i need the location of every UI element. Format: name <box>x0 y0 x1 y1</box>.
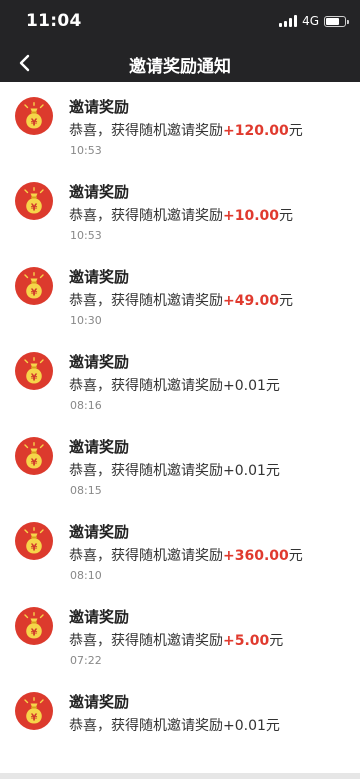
amount-unit: 元 <box>265 378 280 394</box>
notification-title: 邀请奖励 <box>69 98 130 116</box>
battery-level <box>326 17 339 25</box>
list-item[interactable]: ¥ 邀请奖励恭喜，获得随机邀请奖励+0.01元 08:15 <box>0 422 360 507</box>
notification-time: 08:10 <box>70 569 102 582</box>
message-text: 恭喜，获得随机邀请奖励 <box>69 548 223 564</box>
notification-title: 邀请奖励 <box>69 438 130 456</box>
notification-title: 邀请奖励 <box>69 608 130 626</box>
reward-amount: +360.00 <box>223 548 289 564</box>
amount-unit: 元 <box>265 463 280 479</box>
message-text: 恭喜，获得随机邀请奖励 <box>69 293 223 309</box>
battery-icon <box>324 15 349 27</box>
status-time: 11:04 <box>26 11 82 31</box>
list-item[interactable]: ¥ 邀请奖励恭喜，获得随机邀请奖励+49.00元 10:30 <box>0 252 360 337</box>
reward-amount: +5.00 <box>223 633 270 649</box>
money-bag-icon: ¥ <box>24 697 44 724</box>
notification-message: 恭喜，获得随机邀请奖励+5.00元 <box>69 630 283 650</box>
reward-amount: +0.01 <box>223 378 266 394</box>
reward-amount: +0.01 <box>223 463 266 479</box>
list-item[interactable]: ¥ 邀请奖励恭喜，获得随机邀请奖励+0.01元 <box>0 677 360 762</box>
notification-message: 恭喜，获得随机邀请奖励+10.00元 <box>69 205 293 225</box>
notification-time: 10:53 <box>70 229 102 242</box>
notification-message: 恭喜，获得随机邀请奖励+0.01元 <box>69 460 280 480</box>
amount-unit: 元 <box>288 548 303 564</box>
list-item[interactable]: ¥ 邀请奖励恭喜，获得随机邀请奖励+120.00元 10:53 <box>0 82 360 167</box>
svg-text:¥: ¥ <box>31 712 38 723</box>
notification-title: 邀请奖励 <box>69 523 130 541</box>
reward-amount: +0.01 <box>223 718 266 734</box>
reward-amount: +49.00 <box>223 293 280 309</box>
money-bag-icon: ¥ <box>24 442 44 469</box>
signal-icon <box>279 15 298 27</box>
amount-unit: 元 <box>279 208 294 224</box>
svg-text:¥: ¥ <box>31 202 38 213</box>
notification-title: 邀请奖励 <box>69 268 130 286</box>
notification-message: 恭喜，获得随机邀请奖励+120.00元 <box>69 120 303 140</box>
bottom-edge <box>0 773 360 779</box>
avatar: ¥ <box>15 522 53 560</box>
amount-unit: 元 <box>288 123 303 139</box>
avatar: ¥ <box>15 437 53 475</box>
notification-time: 10:53 <box>70 144 102 157</box>
list-item[interactable]: ¥ 邀请奖励恭喜，获得随机邀请奖励+5.00元 07:22 <box>0 592 360 677</box>
money-bag-icon: ¥ <box>24 272 44 299</box>
message-text: 恭喜，获得随机邀请奖励 <box>69 463 223 479</box>
svg-text:¥: ¥ <box>31 287 38 298</box>
list-item[interactable]: ¥ 邀请奖励恭喜，获得随机邀请奖励+360.00元 08:10 <box>0 507 360 592</box>
svg-text:¥: ¥ <box>31 542 38 553</box>
amount-unit: 元 <box>279 293 294 309</box>
avatar: ¥ <box>15 607 53 645</box>
notification-title: 邀请奖励 <box>69 183 130 201</box>
notification-title: 邀请奖励 <box>69 353 130 371</box>
reward-amount: +10.00 <box>223 208 280 224</box>
status-bar: 11:04 4G <box>0 0 360 44</box>
svg-text:¥: ¥ <box>31 627 38 638</box>
message-text: 恭喜，获得随机邀请奖励 <box>69 378 223 394</box>
notification-list: ¥ 邀请奖励 恭喜，获得随机邀请奖励+120.00元 10:53 ¥ 邀请奖励 恭喜，获得随… <box>0 82 360 762</box>
notification-time: 10:30 <box>70 314 102 327</box>
network-type: 4G <box>302 14 319 28</box>
avatar: ¥ <box>15 97 53 135</box>
amount-unit: 元 <box>269 633 284 649</box>
nav-bar: 邀请奖励通知 <box>0 44 360 82</box>
money-bag-icon: ¥ <box>24 102 44 129</box>
svg-text:¥: ¥ <box>31 372 38 383</box>
message-text: 恭喜，获得随机邀请奖励 <box>69 208 223 224</box>
svg-text:¥: ¥ <box>31 457 38 468</box>
svg-text:¥: ¥ <box>31 117 38 128</box>
page-title: 邀请奖励通知 <box>129 57 231 77</box>
notification-title: 邀请奖励 <box>69 693 130 711</box>
list-item[interactable]: ¥ 邀请奖励恭喜，获得随机邀请奖励+10.00元 10:53 <box>0 167 360 252</box>
notification-time: 08:15 <box>70 484 102 497</box>
money-bag-icon: ¥ <box>24 527 44 554</box>
avatar: ¥ <box>15 352 53 390</box>
money-bag-icon: ¥ <box>24 187 44 214</box>
money-bag-icon: ¥ <box>24 612 44 639</box>
money-bag-icon: ¥ <box>24 357 44 384</box>
amount-unit: 元 <box>265 718 280 734</box>
list-item[interactable]: ¥ 邀请奖励恭喜，获得随机邀请奖励+0.01元 08:16 <box>0 337 360 422</box>
message-text: 恭喜，获得随机邀请奖励 <box>69 123 223 139</box>
notification-time: 07:22 <box>70 654 102 667</box>
notification-message: 恭喜，获得随机邀请奖励+360.00元 <box>69 545 303 565</box>
avatar: ¥ <box>15 267 53 305</box>
notification-message: 恭喜，获得随机邀请奖励+0.01元 <box>69 715 280 735</box>
reward-amount: +120.00 <box>223 123 289 139</box>
avatar: ¥ <box>15 692 53 730</box>
status-indicators: 4G <box>279 13 349 29</box>
message-text: 恭喜，获得随机邀请奖励 <box>69 633 223 649</box>
avatar: ¥ <box>15 182 53 220</box>
notification-time: 08:16 <box>70 399 102 412</box>
notification-message: 恭喜，获得随机邀请奖励+0.01元 <box>69 375 280 395</box>
message-text: 恭喜，获得随机邀请奖励 <box>69 718 223 734</box>
notification-message: 恭喜，获得随机邀请奖励+49.00元 <box>69 290 293 310</box>
